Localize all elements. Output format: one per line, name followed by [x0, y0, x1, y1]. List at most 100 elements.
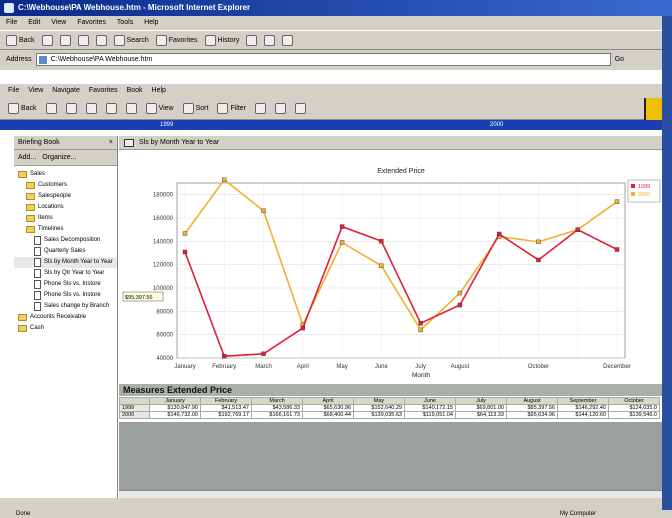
address-input[interactable]: C:\Webhouse\PA Webhouse.htm [35, 52, 611, 66]
menu-favorites[interactable]: Favorites [77, 19, 106, 26]
data-point[interactable] [457, 290, 463, 296]
undo-icon[interactable] [65, 103, 77, 114]
data-point[interactable] [261, 208, 266, 214]
grid-column-header[interactable]: September [557, 397, 609, 405]
print-icon[interactable] [264, 34, 276, 46]
data-point[interactable] [379, 238, 384, 244]
close-icon[interactable]: × [109, 136, 113, 150]
data-point[interactable] [339, 240, 345, 245]
tree-item[interactable]: Locations [14, 202, 117, 213]
menu-view[interactable]: View [51, 19, 66, 26]
x-tick-label: July [415, 364, 426, 370]
menu-edit[interactable]: Edit [28, 19, 40, 26]
data-point[interactable] [418, 321, 423, 326]
grid-column-header[interactable]: June [404, 397, 456, 405]
comment-icon[interactable] [295, 103, 307, 114]
status-text: Done [16, 511, 31, 517]
data-point[interactable] [614, 247, 620, 252]
grid-row-header[interactable]: 2000 [119, 411, 150, 419]
grid-column-header[interactable]: August [506, 397, 558, 405]
grid-column-header[interactable]: March [251, 397, 303, 405]
app-menu-book[interactable]: Book [127, 87, 143, 94]
tree-item[interactable]: Sales Decomposition [14, 235, 117, 246]
grid-column-header[interactable]: July [455, 397, 507, 405]
data-point[interactable] [536, 239, 541, 245]
document-icon [34, 269, 41, 278]
go-button[interactable]: Go [615, 56, 624, 63]
forward-icon[interactable] [45, 103, 57, 114]
app-menu-navigate[interactable]: Navigate [52, 87, 80, 94]
grid-row-header[interactable]: 1999 [119, 404, 150, 412]
horizontal-scrollbar[interactable] [119, 490, 662, 498]
data-point[interactable] [379, 263, 384, 268]
app-menu-help[interactable]: Help [152, 87, 166, 94]
sort-button[interactable]: Sort [182, 103, 208, 114]
grid-column-header[interactable]: May [353, 397, 405, 405]
organize-button[interactable]: Organize... [42, 154, 76, 161]
data-point[interactable] [182, 231, 188, 236]
app-menu-view[interactable]: View [28, 87, 43, 94]
history-button[interactable]: History [204, 34, 239, 46]
view-button[interactable]: View [145, 103, 174, 114]
folder-icon [18, 171, 27, 178]
data-point[interactable] [339, 224, 345, 229]
tree-item[interactable]: Phone Sls vs. Instore [14, 290, 117, 301]
data-point[interactable] [222, 177, 227, 182]
data-point[interactable] [614, 199, 620, 204]
stop-icon[interactable] [59, 34, 71, 46]
time-bar[interactable]: 1999 2000 [0, 120, 662, 130]
app-menu-favorites[interactable]: Favorites [89, 87, 118, 94]
app-menu-file[interactable]: File [8, 87, 19, 94]
data-point[interactable] [496, 231, 502, 237]
tree-item[interactable]: Sls by Qtr Year to Year [14, 268, 117, 279]
tree-item[interactable]: Cash [14, 323, 117, 334]
tree-item[interactable]: Phone Sls vs. Instore [14, 279, 117, 290]
tree-item[interactable]: Items [14, 213, 117, 224]
pen-icon[interactable] [85, 103, 97, 114]
home-icon[interactable] [95, 34, 107, 46]
drill-icon[interactable] [105, 103, 117, 114]
format-icon[interactable] [275, 103, 287, 114]
favorites-button[interactable]: Favorites [155, 34, 198, 46]
refresh-icon[interactable] [77, 34, 89, 46]
data-point[interactable] [182, 249, 188, 255]
folder-icon [26, 204, 35, 211]
grid-column-header[interactable]: October [608, 397, 660, 405]
add-button[interactable]: Add... [18, 154, 36, 161]
data-point[interactable] [261, 351, 266, 357]
grid-icon[interactable] [125, 103, 137, 114]
search-button[interactable]: Search [113, 34, 149, 46]
legend-swatch [631, 184, 635, 188]
app-menubar: File View Navigate Favorites Book Help [0, 84, 662, 98]
menu-help[interactable]: Help [144, 19, 158, 26]
data-point[interactable] [300, 325, 306, 331]
tree-item[interactable]: Timelines [14, 224, 117, 235]
grid-column-header[interactable]: January [149, 397, 201, 405]
menu-file[interactable]: File [6, 19, 17, 26]
x-tick-label: May [336, 364, 347, 370]
data-point[interactable] [418, 327, 423, 333]
wand-icon[interactable] [255, 103, 267, 114]
x-tick-label: December [603, 364, 631, 370]
data-point[interactable] [536, 257, 541, 263]
tree-item[interactable]: Quarterly Sales [14, 246, 117, 257]
data-point[interactable] [222, 354, 227, 359]
menu-tools[interactable]: Tools [117, 19, 133, 26]
tree-item[interactable]: Accounts Receivable [14, 312, 117, 323]
grid-column-header[interactable]: February [200, 397, 252, 405]
mail-icon[interactable] [246, 34, 258, 46]
data-point[interactable] [575, 227, 580, 232]
app-back-button[interactable]: Back [8, 103, 37, 114]
data-point[interactable] [457, 302, 463, 308]
folder-icon [26, 226, 35, 233]
tree-item[interactable]: Customers [14, 180, 117, 191]
back-button[interactable]: Back [6, 34, 35, 46]
edit-icon[interactable] [282, 34, 294, 46]
filter-button[interactable]: Filter [217, 103, 246, 114]
tree-item[interactable]: Sales [14, 169, 117, 180]
tree-item[interactable]: Sales change by Branch [14, 301, 117, 312]
grid-column-header[interactable]: April [302, 397, 354, 405]
tree-item[interactable]: Sls by Month Year to Year [14, 257, 117, 268]
tree-item[interactable]: Salespeople [14, 191, 117, 202]
forward-icon[interactable] [41, 34, 53, 46]
